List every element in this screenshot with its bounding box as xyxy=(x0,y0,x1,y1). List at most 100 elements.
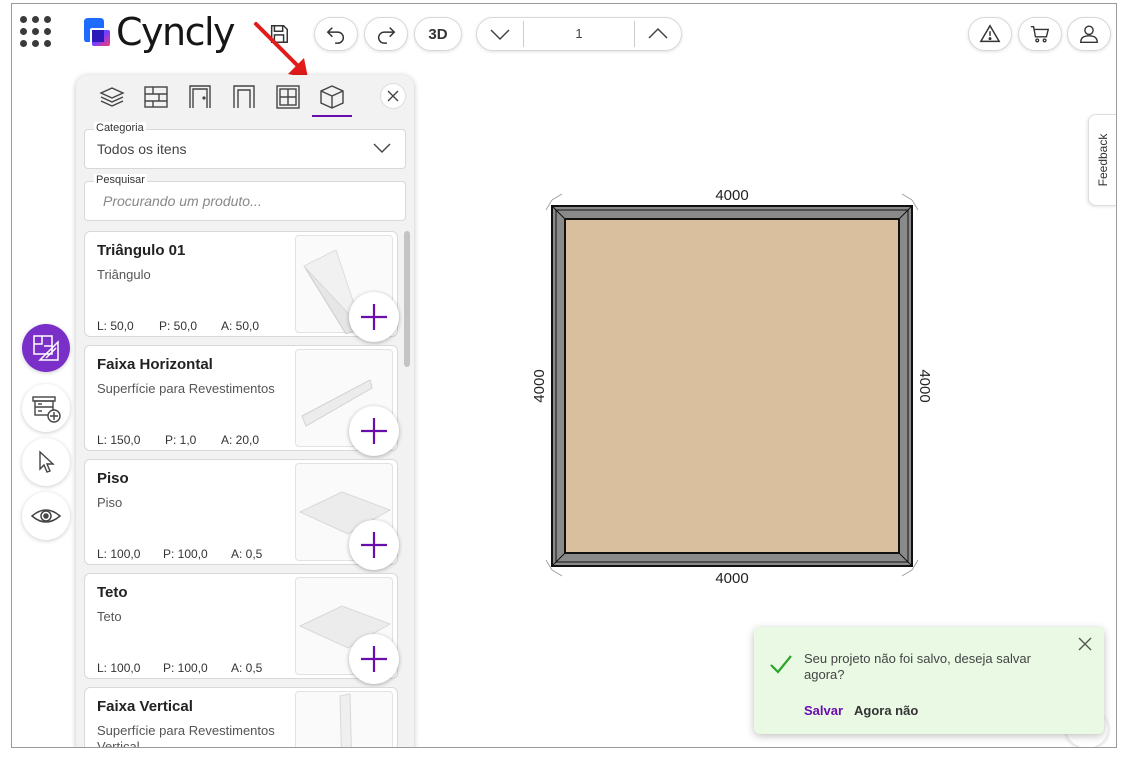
level-stepper: 1 xyxy=(476,17,682,51)
item-dimensions: L: 100,0 P: 100,0 A: 0,5 xyxy=(97,661,262,675)
warning-icon xyxy=(979,24,1001,43)
floor-plan-canvas[interactable]: 4000 4000 4000 4000 xyxy=(532,180,932,590)
scrollbar-thumb[interactable] xyxy=(404,231,410,367)
panel-scrollbar[interactable] xyxy=(404,231,410,747)
item-width: L: 150,0 xyxy=(97,433,141,447)
category-label: Categoria xyxy=(94,122,146,134)
list-item[interactable]: Triângulo 01 Triângulo L: 50,0 P: 50,0 A… xyxy=(84,231,399,342)
close-icon xyxy=(1078,637,1092,651)
visibility-tool-button[interactable] xyxy=(22,492,70,540)
unsaved-toast: Seu projeto não foi salvo, deseja salvar… xyxy=(754,627,1104,734)
layers-icon xyxy=(99,87,125,107)
cube-icon xyxy=(320,85,344,109)
undo-icon xyxy=(326,27,344,44)
add-item-button[interactable] xyxy=(349,406,399,456)
catalog-panel: Categoria Todos os itens Pesquisar Procu… xyxy=(76,75,414,748)
panel-close-button[interactable] xyxy=(380,83,406,109)
furniture-add-icon xyxy=(32,396,61,423)
panel-tabs xyxy=(76,75,414,119)
cursor-icon xyxy=(39,450,55,473)
plus-icon xyxy=(361,304,387,330)
user-icon xyxy=(1080,25,1098,43)
toast-message: Seu projeto não foi salvo, deseja salvar… xyxy=(804,651,1031,682)
window-icon xyxy=(276,85,300,109)
tab-openings[interactable] xyxy=(222,77,266,117)
add-item-button[interactable] xyxy=(349,634,399,684)
view-3d-button[interactable]: 3D xyxy=(414,17,462,51)
cyncly-logo-icon xyxy=(84,18,110,46)
level-up-button[interactable] xyxy=(635,18,681,50)
redo-button[interactable] xyxy=(364,17,408,51)
item-description: Teto xyxy=(97,609,122,624)
dimension-top: 4000 xyxy=(715,187,748,204)
room-floor[interactable] xyxy=(564,218,900,554)
plus-icon xyxy=(361,532,387,558)
toast-close-button[interactable] xyxy=(1078,635,1092,656)
level-down-button[interactable] xyxy=(477,18,523,50)
item-dimensions: L: 150,0 P: 1,0 A: 20,0 xyxy=(97,433,259,447)
cart-button[interactable] xyxy=(1018,17,1062,51)
user-button[interactable] xyxy=(1067,17,1111,51)
item-dimensions: L: 100,0 P: 100,0 A: 0,5 xyxy=(97,547,262,561)
toast-dismiss-button[interactable]: Agora não xyxy=(854,703,918,718)
item-depth: P: 50,0 xyxy=(159,319,198,333)
item-name: Piso xyxy=(97,470,129,487)
list-item[interactable]: Piso Piso L: 100,0 P: 100,0 A: 0,5 xyxy=(84,459,399,570)
item-width: L: 100,0 xyxy=(97,661,141,675)
item-name: Faixa Horizontal xyxy=(97,356,213,373)
brand-name: Cyncly xyxy=(116,10,236,54)
item-depth: P: 1,0 xyxy=(165,433,197,447)
add-item-button[interactable] xyxy=(349,520,399,570)
plus-icon xyxy=(361,646,387,672)
list-item[interactable]: Faixa Vertical Superfície para Revestime… xyxy=(84,687,398,748)
check-icon xyxy=(770,655,792,674)
item-name: Teto xyxy=(97,584,128,601)
item-height: A: 0,5 xyxy=(231,547,263,561)
search-input[interactable]: Procurando um produto... xyxy=(103,193,262,209)
tab-walls[interactable] xyxy=(134,77,178,117)
item-description: Piso xyxy=(97,495,123,510)
undo-button[interactable] xyxy=(314,17,358,51)
close-icon xyxy=(387,90,399,102)
floor-plan-icon xyxy=(33,335,59,361)
list-item[interactable]: Teto Teto L: 100,0 P: 100,0 A: 0,5 xyxy=(84,573,399,684)
item-width: L: 50,0 xyxy=(97,319,134,333)
add-item-button[interactable] xyxy=(349,292,399,342)
brand-logo: Cyncly xyxy=(80,10,236,54)
item-height: A: 50,0 xyxy=(221,319,260,333)
item-thumbnail xyxy=(295,691,393,747)
chevron-up-icon xyxy=(648,27,668,39)
toast-save-button[interactable]: Salvar xyxy=(804,703,843,718)
item-description: Triângulo xyxy=(97,267,151,282)
dimension-left: 4000 xyxy=(532,369,548,402)
app-frame: Cyncly 3D 1 Categoria Todos os itens Pes… xyxy=(11,3,1117,748)
category-select[interactable]: Categoria Todos os itens xyxy=(84,122,406,169)
plus-icon xyxy=(361,418,387,444)
tab-objects[interactable] xyxy=(310,77,354,117)
floor-plan-tool-button[interactable] xyxy=(22,324,70,372)
apps-menu-icon[interactable] xyxy=(20,16,51,47)
feedback-label: Feedback xyxy=(1095,133,1110,187)
item-description: Superfície para Revestimentos Vertical xyxy=(97,723,275,748)
tab-doors[interactable] xyxy=(178,77,222,117)
chevron-down-icon xyxy=(373,143,391,153)
level-value[interactable]: 1 xyxy=(523,21,635,47)
item-dimensions: L: 50,0 P: 50,0 A: 50,0 xyxy=(97,319,259,333)
dimension-bottom: 4000 xyxy=(715,570,748,587)
add-furniture-tool-button[interactable] xyxy=(22,384,70,432)
warnings-button[interactable] xyxy=(968,17,1012,51)
tab-layers[interactable] xyxy=(90,77,134,117)
door-icon xyxy=(189,85,211,108)
select-tool-button[interactable] xyxy=(22,438,70,486)
category-value: Todos os itens xyxy=(97,141,187,157)
item-name: Triângulo 01 xyxy=(97,242,186,259)
item-width: L: 100,0 xyxy=(97,547,141,561)
wall-icon xyxy=(144,86,168,108)
search-field[interactable]: Pesquisar Procurando um produto... xyxy=(84,174,406,221)
item-height: A: 0,5 xyxy=(231,661,263,675)
list-item[interactable]: Faixa Horizontal Superfície para Revesti… xyxy=(84,345,399,456)
redo-icon xyxy=(378,27,396,44)
feedback-tab[interactable]: Feedback xyxy=(1088,114,1116,206)
item-depth: P: 100,0 xyxy=(163,661,208,675)
tab-windows[interactable] xyxy=(266,77,310,117)
